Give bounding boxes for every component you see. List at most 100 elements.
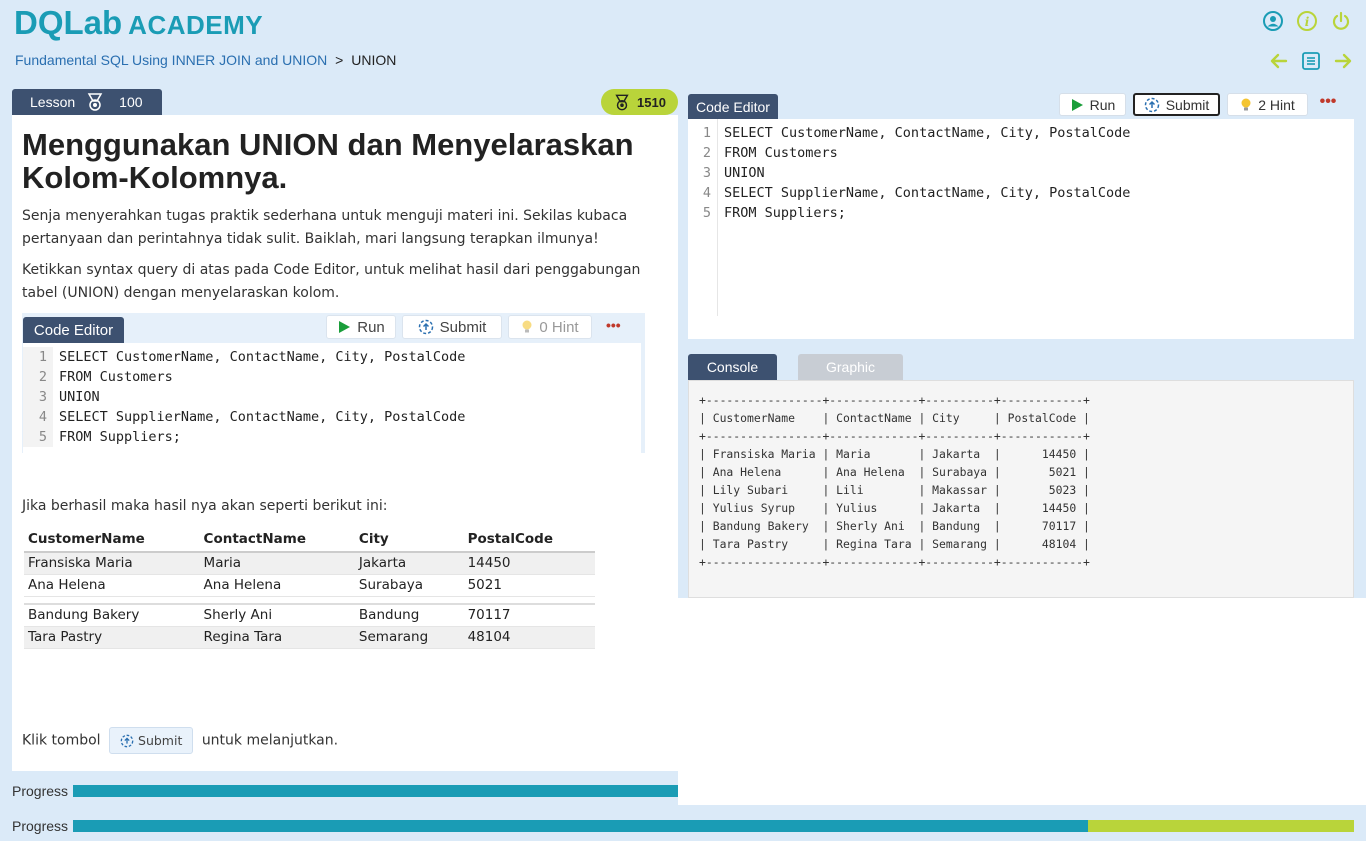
example-run-label: Run — [357, 318, 385, 336]
table-row: Fransiska Maria Maria Jakarta 14450 — [24, 552, 595, 575]
console-output: +-----------------+-------------+-------… — [688, 380, 1354, 598]
breadcrumb-parent-link[interactable]: Fundamental SQL Using INNER JOIN and UNI… — [15, 52, 327, 68]
table-cell: Bandung Bakery — [24, 604, 200, 627]
table-header-cell: PostalCode — [463, 526, 595, 553]
table-cell: Surabaya — [354, 574, 464, 597]
lesson-panel: Menggunakan UNION dan Menyelaraskan Kolo… — [12, 115, 678, 771]
closing-text-before: Klik tombol — [22, 732, 101, 749]
inline-submit-image: Submit — [109, 727, 194, 754]
example-run-button: Run — [326, 315, 396, 339]
hint-button[interactable]: 2 Hint — [1227, 93, 1308, 116]
arrow-right-icon[interactable] — [1332, 50, 1354, 72]
hint-label: 2 Hint — [1258, 96, 1295, 113]
medal-icon — [85, 93, 105, 111]
list-icon[interactable] — [1300, 50, 1322, 72]
medal-icon — [613, 94, 631, 111]
info-icon[interactable]: i — [1296, 10, 1318, 32]
more-options-icon[interactable]: ••• — [1318, 93, 1338, 115]
code-line: 1 SELECT CustomerName, ContactName, City,… — [688, 123, 1354, 143]
upload-icon — [418, 319, 433, 335]
tab-code-editor[interactable]: Code Editor — [688, 94, 778, 119]
lesson-title: Menggunakan UNION dan Menyelaraskan Kolo… — [22, 127, 634, 195]
arrow-left-icon[interactable] — [1268, 50, 1290, 72]
right-panel-background — [678, 598, 1366, 805]
lesson-tab-label: Lesson — [30, 94, 76, 110]
table-cell: 14450 — [463, 552, 595, 575]
tab-graphic[interactable]: Graphic — [798, 354, 903, 380]
points-value: 1510 — [637, 94, 666, 110]
logo-academy: ACADEMY — [128, 10, 264, 40]
progress-label: Progress — [12, 818, 69, 834]
code-line: 2 FROM Customers — [23, 367, 641, 387]
table-header-cell: CustomerName — [24, 526, 200, 553]
lesson-navigation — [1268, 50, 1354, 72]
progress-bar-lesson — [73, 785, 678, 797]
table-cell: Tara Pastry — [24, 626, 200, 649]
table-cell: Jakarta — [354, 552, 464, 575]
code-line: 4 SELECT SupplierName, ContactName, City,… — [23, 407, 641, 427]
user-circle-icon[interactable] — [1262, 10, 1284, 32]
lesson-score: 100 — [119, 94, 143, 110]
table-cell: Maria — [199, 552, 355, 575]
submit-label: Submit — [1165, 96, 1210, 113]
example-submit-label: Submit — [439, 318, 487, 336]
example-code-editor: Code Editor Run Submit 0 Hint ••• 1 SELEC… — [22, 313, 645, 453]
breadcrumb-separator: > — [335, 52, 344, 68]
progress-fill — [73, 785, 678, 797]
lightbulb-icon — [1241, 98, 1251, 110]
table-row: Ana Helena Ana Helena Surabaya 5021 — [24, 574, 595, 597]
code-editor-input[interactable]: 1 SELECT CustomerName, ContactName, City,… — [688, 119, 1354, 339]
closing-text-after: untuk melanjutkan. — [201, 732, 339, 749]
example-hint-label: 0 Hint — [539, 318, 579, 336]
dqlab-logo[interactable]: DQLab ACADEMY — [14, 4, 264, 41]
table-cell: 5021 — [463, 574, 595, 597]
upload-icon — [1144, 97, 1159, 112]
header-actions: i — [1262, 10, 1352, 32]
svg-text:i: i — [1305, 15, 1310, 29]
table-cell: Ana Helena — [24, 574, 200, 597]
progress-row-course: Progress — [12, 818, 73, 834]
progress-fill — [73, 820, 1088, 832]
table-cell: Regina Tara — [199, 626, 355, 649]
upload-icon — [120, 734, 134, 747]
run-button[interactable]: Run — [1059, 93, 1126, 116]
submit-button[interactable]: Submit — [1133, 93, 1220, 116]
code-line: 3 UNION — [688, 163, 1354, 183]
example-editor-tab: Code Editor — [23, 317, 124, 343]
console-output-text: +-----------------+-------------+-------… — [699, 393, 1090, 569]
code-line: 5 FROM Suppliers; — [688, 203, 1354, 223]
breadcrumb-current: UNION — [351, 52, 397, 68]
run-label: Run — [1089, 96, 1116, 113]
table-row: Bandung Bakery Sherly Ani Bandung 70117 — [24, 604, 595, 627]
lesson-paragraph-intro: Senja menyerahkan tugas praktik sederhan… — [22, 208, 628, 247]
breadcrumb: Fundamental SQL Using INNER JOIN and UNI… — [15, 52, 396, 68]
table-cell: Ana Helena — [199, 574, 355, 597]
logo-brand: DQLab — [14, 4, 123, 41]
lesson-paragraph-closing: Klik tombol Submit untuk melanjutkan. — [22, 727, 662, 754]
editor-gutter — [717, 119, 718, 316]
table-cell: Bandung — [354, 604, 464, 627]
tab-lesson[interactable]: Lesson 100 — [12, 89, 162, 115]
table-cell: Semarang — [354, 626, 464, 649]
tab-console[interactable]: Console — [688, 354, 777, 380]
lightbulb-icon — [522, 320, 532, 333]
table-row: Tara Pastry Regina Tara Semarang 48104 — [24, 626, 595, 649]
inline-submit-label: Submit — [138, 733, 183, 748]
code-line: 1 SELECT CustomerName, ContactName, City,… — [23, 347, 641, 367]
table-row — [24, 596, 595, 605]
lesson-paragraph-result: Jika berhasil maka hasil nya akan sepert… — [22, 498, 388, 514]
table-header-cell: City — [354, 526, 464, 553]
example-submit-button: Submit — [402, 315, 502, 339]
points-badge: 1510 — [601, 89, 678, 115]
table-header-row: CustomerName ContactName City PostalCode — [24, 526, 595, 553]
table-cell: Fransiska Maria — [24, 552, 200, 575]
code-line: 5 FROM Suppliers; — [23, 427, 641, 447]
table-cell: 70117 — [463, 604, 595, 627]
progress-bar-course — [73, 820, 1354, 832]
play-icon — [339, 321, 351, 333]
example-hint-button: 0 Hint — [508, 315, 592, 339]
expected-result-table: CustomerName ContactName City PostalCode… — [24, 526, 595, 649]
power-icon[interactable] — [1330, 10, 1352, 32]
play-icon — [1071, 98, 1083, 111]
code-line: 3 UNION — [23, 387, 641, 407]
